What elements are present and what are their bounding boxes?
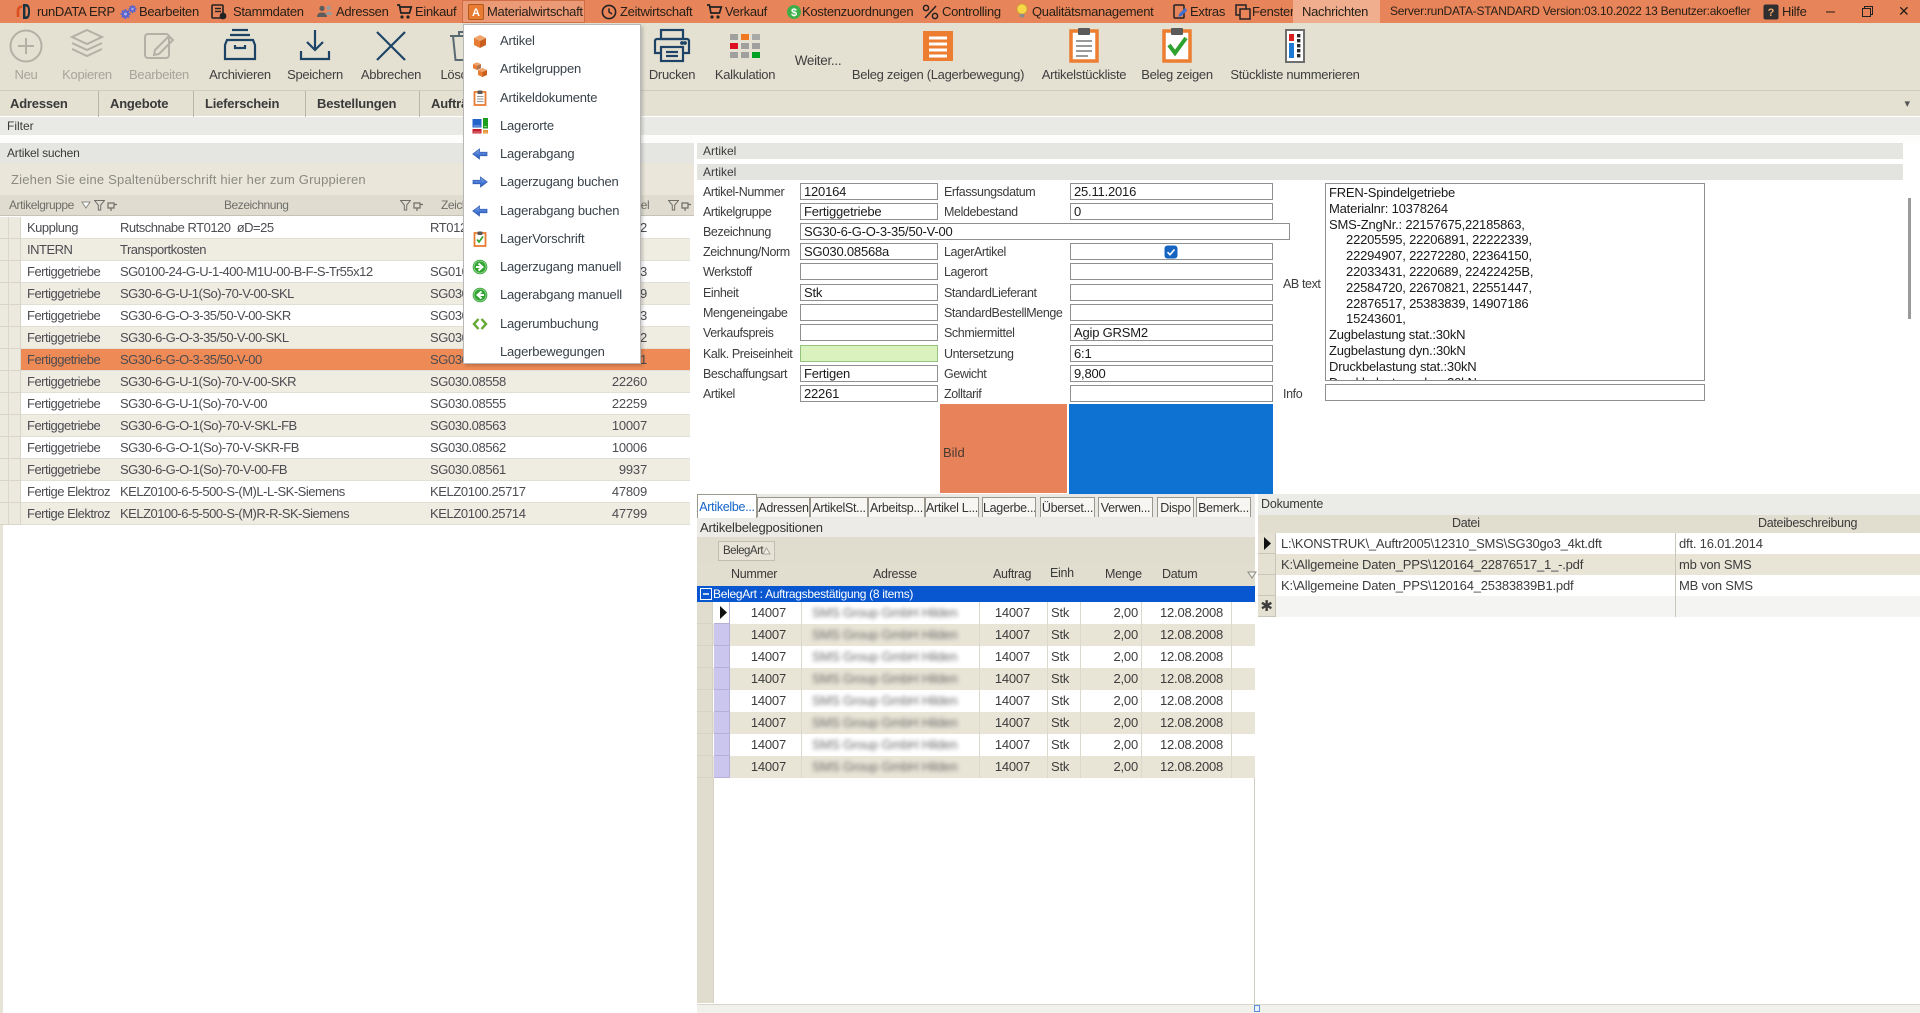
svg-text:A: A [472, 7, 480, 19]
svg-text:$: $ [791, 7, 797, 19]
svg-text:?: ? [1768, 7, 1775, 19]
